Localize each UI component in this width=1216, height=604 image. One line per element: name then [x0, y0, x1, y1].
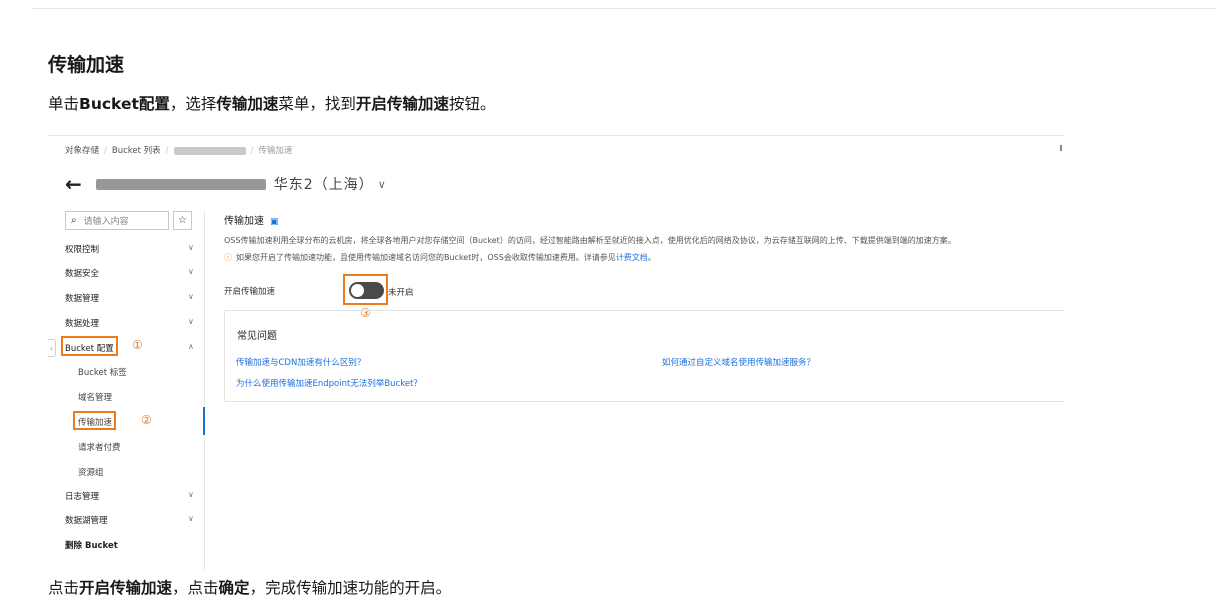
breadcrumb-bucket-list[interactable]: Bucket 列表 [112, 146, 161, 156]
breadcrumb-separator: / [104, 146, 107, 156]
sidebar-item-data-processing[interactable]: 数据处理 [65, 317, 99, 329]
search-placeholder: 请输入内容 [83, 217, 129, 227]
faq-title: 常见问题 [237, 331, 277, 342]
toggle-state-text: 未开启 [388, 288, 414, 298]
collapse-sidebar-icon[interactable]: ‹ [48, 339, 56, 357]
breadcrumb-current: 传输加速 [258, 146, 293, 156]
faq-link-custom-domain[interactable]: 如何通过自定义域名使用传输加速服务？ [662, 356, 815, 368]
sidebar-item-data-management[interactable]: 数据管理 [65, 292, 99, 304]
top-divider [32, 8, 1216, 9]
breadcrumb-separator: / [250, 146, 254, 156]
step1-bold-bucket-config: Bucket配置 [79, 95, 170, 113]
faq-card: 常见问题 传输加速与CDN加速有什么区别？ 如何通过自定义域名使用传输加速服务？… [224, 310, 1064, 402]
step1-text: 按钮。 [448, 95, 496, 113]
active-indicator [203, 407, 205, 435]
info-icon: ⓘ [224, 253, 232, 262]
instruction-step-2: 点击开启传输加速，点击确定，完成传输加速功能的开启。 [48, 576, 451, 598]
step1-text: ，选择 [169, 95, 217, 113]
console-screenshot: 对象存储 / Bucket 列表 / / 传输加速 ← 华东2（上海） ∨ ⌕ 请输入内容… [48, 130, 1064, 570]
document-icon[interactable]: ▣ [270, 217, 279, 227]
step1-text: 单击 [48, 95, 80, 113]
step1-bold-enable: 开启传输加速 [355, 95, 449, 113]
step1-text: 菜单，找到 [278, 95, 356, 113]
sidebar-subitem-resource-group[interactable]: 资源组 [78, 466, 104, 478]
sidebar-item-delete-bucket[interactable]: 删除 Bucket [65, 539, 118, 551]
breadcrumb-root[interactable]: 对象存储 [65, 146, 99, 156]
sidebar-subitem-bucket-tags[interactable]: Bucket 标签 [78, 366, 127, 378]
sidebar-subitem-requester-pays[interactable]: 请求者付费 [78, 441, 121, 453]
sidebar-item-permissions[interactable]: 权限控制 [65, 243, 99, 255]
scroll-marker [1060, 145, 1062, 151]
bucket-region: 华东2（上海） [273, 177, 374, 193]
chevron-down-icon[interactable]: ∨ [188, 490, 194, 499]
search-icon: ⌕ [71, 215, 77, 226]
step2-text: ，完成传输加速功能的开启。 [249, 579, 452, 597]
screenshot-top-border [48, 135, 1064, 136]
breadcrumb-bucket-name-redacted[interactable] [173, 146, 246, 155]
sidebar-item-data-lake[interactable]: 数据湖管理 [65, 514, 108, 526]
step2-bold-enable: 开启传输加速 [79, 579, 173, 597]
chevron-down-icon[interactable]: ∨ [188, 267, 194, 276]
back-arrow-icon[interactable]: ← [65, 174, 82, 194]
sidebar-item-log-management[interactable]: 日志管理 [65, 490, 99, 502]
step2-text: 点击 [48, 579, 80, 597]
highlight-box-3 [343, 274, 388, 305]
menu-search-input[interactable]: ⌕ 请输入内容 [65, 211, 169, 230]
chevron-up-icon[interactable]: ∧ [188, 342, 194, 351]
bucket-name-redacted [95, 178, 266, 190]
billing-notice: ⓘ 如果您开启了传输加速功能，且使用传输加速域名访问您的Bucket时，OSS会收… [224, 252, 656, 263]
favorite-star-icon[interactable]: ☆ [173, 211, 192, 230]
breadcrumb: 对象存储 / Bucket 列表 / / 传输加速 [65, 144, 292, 156]
step1-bold-transfer-accel: 传输加速 [216, 95, 279, 113]
step-marker-2: ② [141, 413, 152, 427]
faq-link-endpoint[interactable]: 为什么使用传输加速Endpoint无法列举Bucket？ [236, 377, 422, 389]
chevron-down-icon[interactable]: ∨ [378, 178, 386, 191]
notice-text: 如果您开启了传输加速功能，且使用传输加速域名访问您的Bucket时，OSS会收取… [236, 253, 616, 262]
highlight-box-1 [61, 336, 118, 356]
chevron-down-icon[interactable]: ∨ [188, 243, 194, 252]
chevron-down-icon[interactable]: ∨ [188, 514, 194, 523]
faq-link-cdn[interactable]: 传输加速与CDN加速有什么区别？ [236, 356, 365, 368]
sidebar-divider [204, 210, 205, 570]
section-heading: 传输加速 [48, 54, 125, 76]
sidebar-item-data-security[interactable]: 数据安全 [65, 267, 99, 279]
highlight-box-2 [73, 411, 116, 430]
chevron-down-icon[interactable]: ∨ [188, 292, 194, 301]
toggle-label: 开启传输加速 [224, 287, 276, 297]
step-marker-1: ① [132, 338, 143, 352]
step2-text: ，点击 [172, 579, 219, 597]
notice-end: 。 [647, 253, 656, 262]
chevron-down-icon[interactable]: ∨ [188, 317, 194, 326]
step2-bold-confirm: 确定 [218, 579, 250, 597]
instruction-step-1: 单击Bucket配置，选择传输加速菜单，找到开启传输加速按钮。 [48, 92, 495, 114]
panel-description: OSS传输加速利用全球分布的云机房，将全球各地用户对您存储空间（Bucket）的… [224, 236, 956, 245]
breadcrumb-separator: / [165, 146, 169, 156]
billing-doc-link[interactable]: 计费文档 [616, 253, 648, 262]
panel-title: 传输加速 ▣ [224, 212, 279, 227]
panel-title-text: 传输加速 [224, 216, 264, 227]
sidebar-subitem-domain[interactable]: 域名管理 [78, 391, 112, 403]
bucket-title-bar: ← 华东2（上海） ∨ [65, 173, 386, 195]
